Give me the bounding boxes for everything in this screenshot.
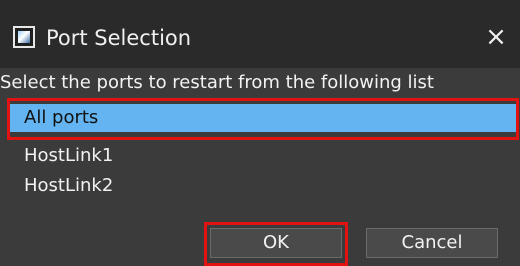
list-item-all-ports[interactable]: All ports [10,104,516,132]
cancel-button[interactable]: Cancel [366,228,498,258]
ports-listbox[interactable]: All ports HostLink1 HostLink2 [8,100,518,206]
list-item-hostlink1[interactable]: HostLink1 [10,142,516,170]
window-title: Port Selection [46,26,192,50]
ok-button[interactable]: OK [210,228,342,258]
list-item-hostlink2[interactable]: HostLink2 [10,172,516,200]
port-selection-dialog: Port Selection × Select the ports to res… [0,0,520,266]
close-button[interactable]: × [482,22,510,52]
title-bar: Port Selection × [0,0,520,68]
instruction-label: Select the ports to restart from the fol… [0,72,434,93]
app-icon [13,26,35,48]
